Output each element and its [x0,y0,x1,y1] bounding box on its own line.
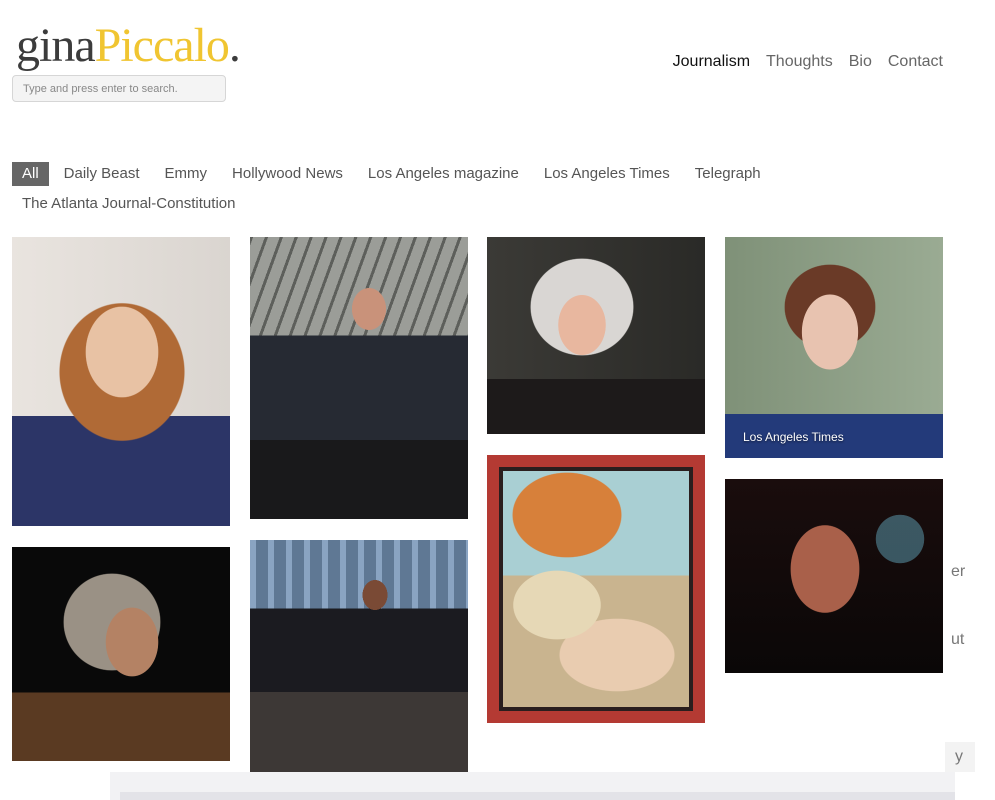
filter-telegraph[interactable]: Telegraph [695,162,761,186]
nav-thoughts[interactable]: Thoughts [766,53,833,71]
portfolio-tile-silver-haired-woman[interactable] [487,237,705,434]
nav-journalism[interactable]: Journalism [673,53,750,71]
filter-atlanta-journal-constitution[interactable]: The Atlanta Journal-Constitution [22,192,235,216]
portfolio-tile-man-in-suit[interactable] [250,237,468,519]
clipped-text-fragment: y [955,748,963,765]
portfolio-tile-woman-with-glasses[interactable]: Los Angeles Times [725,237,943,458]
background-page-strip-inner [120,792,955,800]
clipped-text-fragment: ut [951,631,965,648]
logo-text-gina: gina [16,19,96,72]
nav-bio[interactable]: Bio [849,53,872,71]
filter-all[interactable]: All [12,162,49,186]
filter-hollywood-news[interactable]: Hollywood News [232,162,343,186]
portfolio-tile-laughing-woman[interactable] [250,540,468,785]
portfolio-tile-woman-selfie[interactable] [12,237,230,526]
tile-hover-caption: Los Angeles Times [743,430,844,444]
main-nav: Journalism Thoughts Bio Contact [673,53,943,71]
site-logo[interactable]: ginaPiccalo. [16,18,241,74]
portfolio-tile-illustration-embrace[interactable] [487,455,705,723]
clipped-text-fragment: er [951,563,966,580]
nav-contact[interactable]: Contact [888,53,943,71]
portfolio-tile-hud-face[interactable] [725,479,943,673]
category-filter-bar: All Daily Beast Emmy Hollywood News Los … [12,162,792,216]
filter-emmy[interactable]: Emmy [165,162,208,186]
logo-text-piccalo: Piccalo [94,19,230,72]
filter-los-angeles-times[interactable]: Los Angeles Times [544,162,670,186]
logo-dot: . [228,19,241,72]
search-input[interactable] [12,75,226,102]
filter-los-angeles-magazine[interactable]: Los Angeles magazine [368,162,519,186]
filter-daily-beast[interactable]: Daily Beast [64,162,140,186]
portfolio-tile-gray-haired-man[interactable] [12,547,230,761]
